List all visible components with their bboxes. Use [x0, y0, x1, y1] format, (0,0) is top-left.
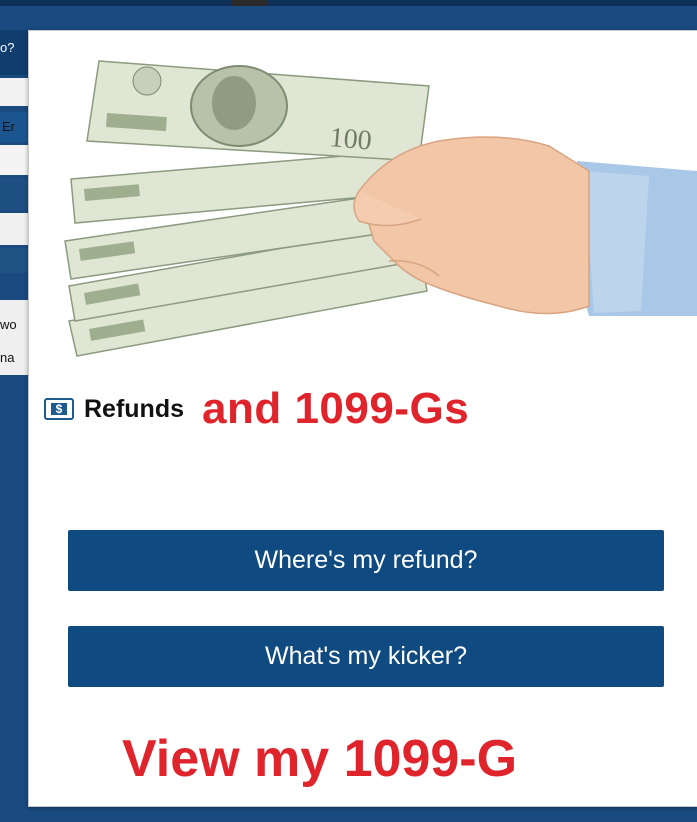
refunds-label: Refunds: [84, 394, 184, 423]
wheres-my-refund-button[interactable]: Where's my refund?: [68, 530, 664, 591]
dollar-glyph: $: [51, 403, 67, 415]
svg-text:100: 100: [328, 122, 373, 157]
background-text: Er: [2, 119, 15, 134]
view-1099g-link[interactable]: View my 1099-G: [122, 729, 517, 789]
background-text: wo: [0, 317, 17, 332]
whats-my-kicker-button[interactable]: What's my kicker?: [68, 626, 664, 687]
tagline: and 1099-Gs: [202, 384, 470, 433]
background-strip: [0, 213, 30, 245]
dollar-icon: $: [44, 398, 74, 420]
background-text: na: [0, 350, 15, 365]
background-text: o?: [0, 40, 15, 55]
hand-holding-money-image: 100: [29, 31, 697, 361]
background-strip: [0, 178, 30, 210]
refunds-heading: $ Refunds and 1099-Gs: [44, 379, 469, 439]
background-strip: [0, 78, 30, 106]
background-topbar: [0, 0, 697, 6]
background-strip: [0, 145, 30, 175]
refunds-modal: 100 $ Refunds and 1099-Gs Where's my ref…: [28, 30, 697, 807]
background-strip: [0, 248, 30, 273]
